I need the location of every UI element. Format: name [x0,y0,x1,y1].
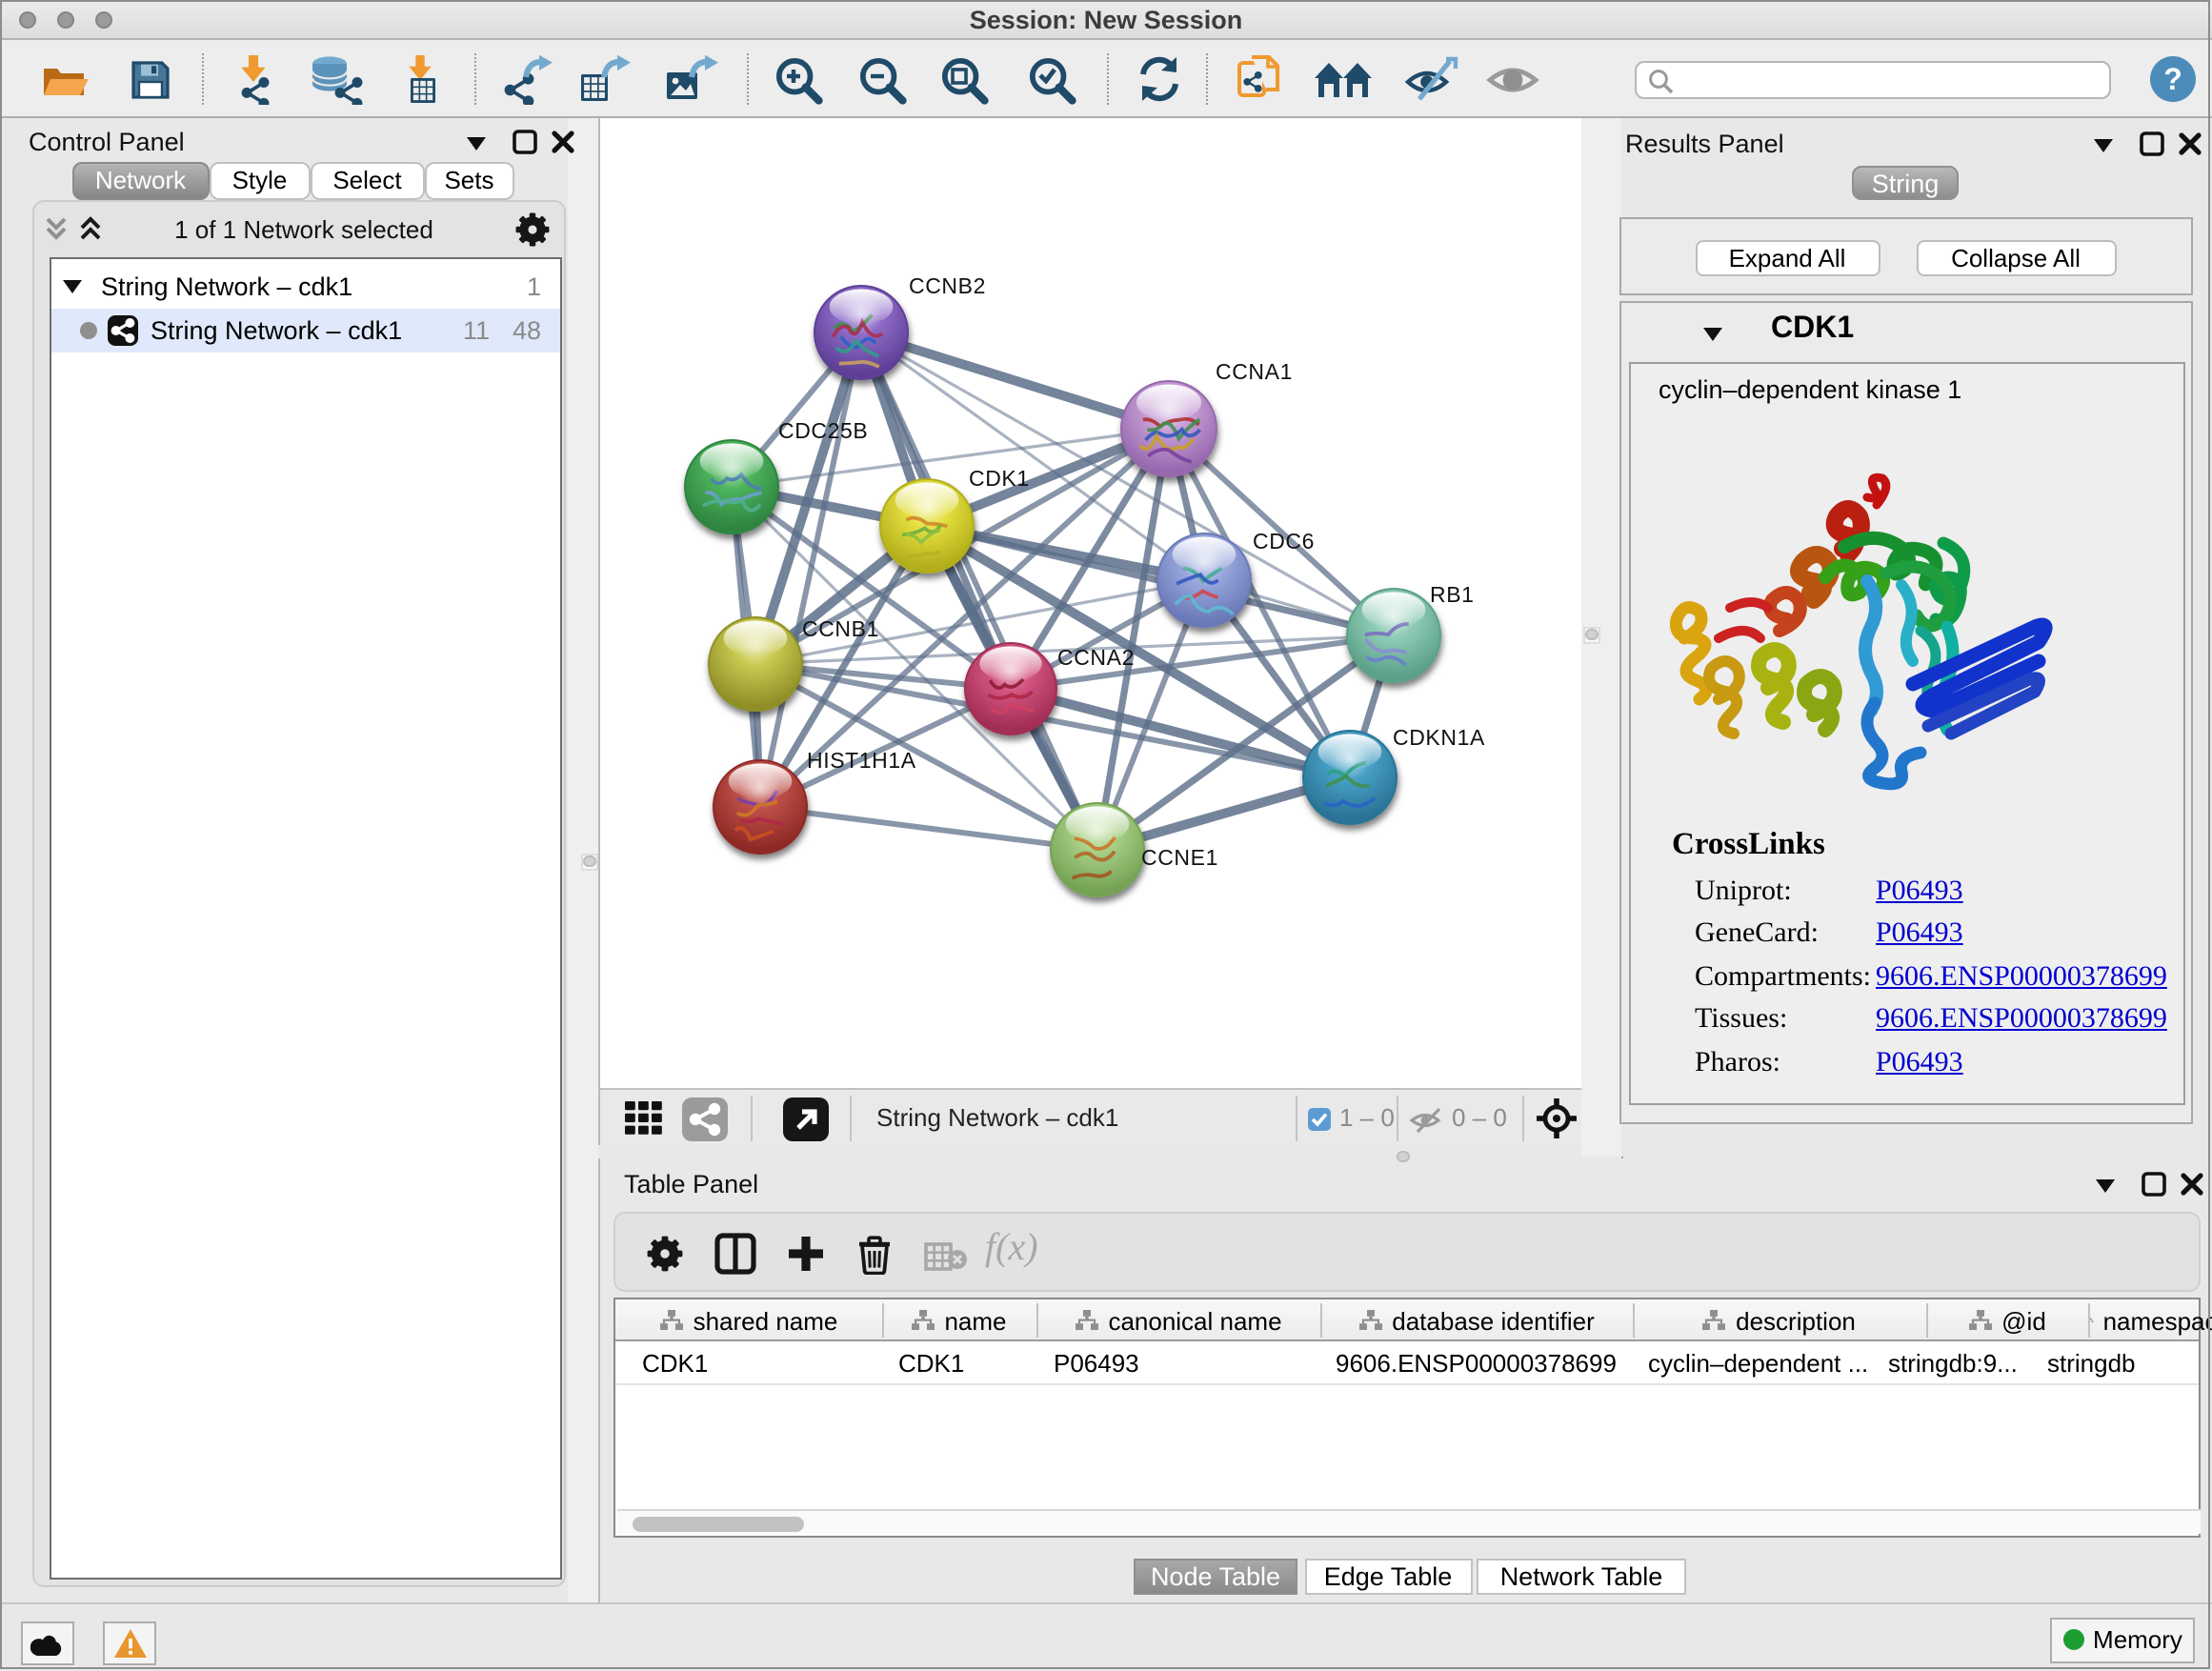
svg-text:?: ? [2163,62,2182,96]
